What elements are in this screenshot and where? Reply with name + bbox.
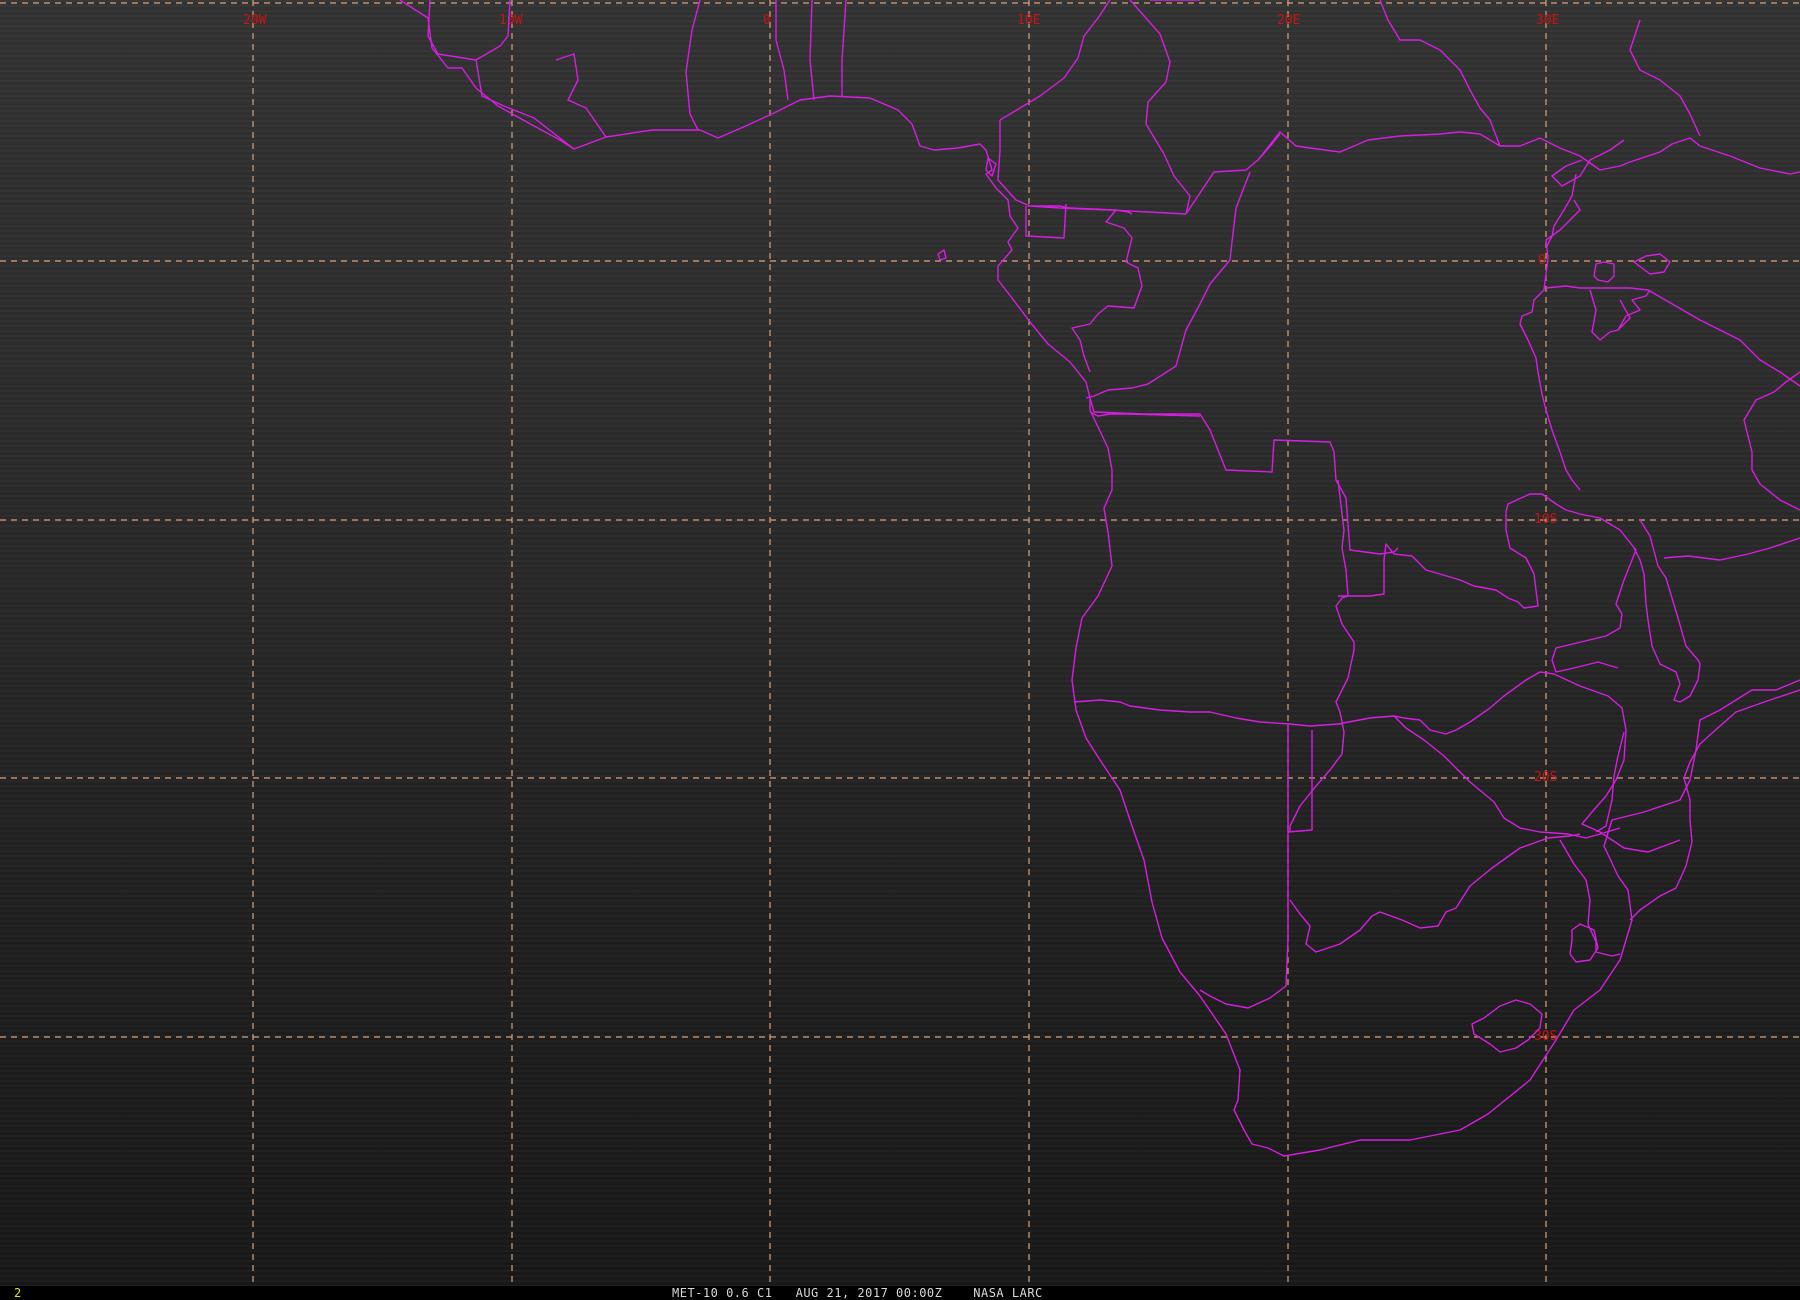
status-bar: 2 MET-10 0.6 C1 AUG 21, 2017 00:00Z NASA… — [0, 1286, 1800, 1300]
longitude-grid — [252, 0, 1547, 1286]
lat-label-20s: 20S — [1534, 770, 1557, 785]
great-lakes-borders — [1150, 0, 1800, 491]
satellite-viewer: 20W 10W 0 10E 20E 30E 0 10S 20S 30S 2 ME… — [0, 0, 1800, 1300]
lon-label-30e: 30E — [1536, 13, 1559, 28]
east-coast-north — [1743, 371, 1800, 511]
lon-label-20e: 20E — [1277, 13, 1300, 28]
central-africa-borders — [997, 0, 1399, 555]
west-africa-borders — [427, 0, 847, 150]
lat-label-0: 0 — [1538, 253, 1546, 268]
indian-ocean-coast — [1629, 689, 1800, 921]
frame-number: 2 — [14, 1286, 22, 1300]
lon-label-0: 0 — [763, 13, 771, 28]
image-caption: MET-10 0.6 C1 AUG 21, 2017 00:00Z NASA L… — [672, 1286, 1043, 1300]
map-overlay: 20W 10W 0 10E 20E 30E 0 10S 20S 30S — [0, 0, 1800, 1286]
lat-label-10s: 10S — [1534, 512, 1557, 527]
lon-label-20w: 20W — [243, 13, 267, 28]
grid-labels: 20W 10W 0 10E 20E 30E 0 10S 20S 30S — [243, 13, 1559, 1044]
latitude-grid — [0, 2, 1800, 1038]
political-boundaries — [399, 0, 1800, 1157]
horn-coast — [1699, 145, 1800, 175]
southern-africa-borders — [1073, 411, 1800, 1053]
africa-coastline — [399, 0, 1800, 1157]
lon-label-10w: 10W — [499, 13, 523, 28]
lon-label-10e: 10E — [1017, 13, 1040, 28]
